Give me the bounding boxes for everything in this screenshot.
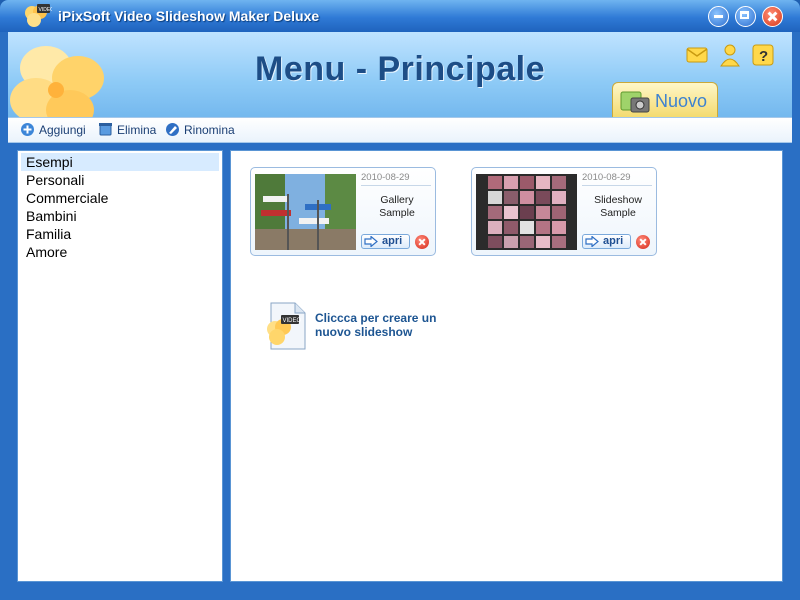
arrow-right-icon [585,236,599,247]
category-item-familia[interactable]: Familia [21,225,219,243]
add-button[interactable]: Aggiungi [20,122,96,138]
create-new-label[interactable]: Cliccca per creare un nuovo slideshow [315,311,436,339]
svg-text:VIDEO: VIDEO [283,318,302,324]
project-name-line2: Sample [379,207,415,219]
project-name-line1: Slideshow [594,194,642,206]
open-label: apri [382,235,403,247]
project-name-line2: Sample [600,207,636,219]
open-label: apri [603,235,624,247]
delete-label: Elimina [117,123,157,137]
app-window: VIDEO iPixSoft Video Slideshow Maker Del… [0,0,800,600]
new-slideshow-icon: VIDEO [267,302,306,350]
create-new-line1: Cliccca per creare un [315,311,437,325]
add-icon [21,123,34,136]
project-date: 2010-08-29 [361,172,431,186]
rename-label: Rinomina [184,123,235,137]
arrow-right-icon [364,236,378,247]
add-label: Aggiungi [39,123,86,137]
new-project-tab[interactable]: Nuovo [612,82,718,117]
svg-text:VIDEO: VIDEO [39,7,53,13]
category-item-amore[interactable]: Amore [21,243,219,261]
header-banner: Menu - Principale ? Nuovo [8,32,792,117]
project-date: 2010-08-29 [582,172,652,186]
project-card[interactable]: 2010-08-29 Gallery Sample apri [250,167,436,256]
delete-project-button[interactable] [415,235,429,249]
category-item-commerciale[interactable]: Commerciale [21,189,219,207]
delete-project-button[interactable] [636,235,650,249]
message-icon[interactable] [684,42,710,68]
svg-text:?: ? [759,48,768,65]
project-name: Slideshow Sample [580,194,656,220]
category-item-personali[interactable]: Personali [21,171,219,189]
help-icon[interactable]: ? [750,42,776,68]
delete-button[interactable]: Elimina [98,122,162,138]
window-title: iPixSoft Video Slideshow Maker Deluxe [58,8,320,24]
title-bar[interactable]: VIDEO iPixSoft Video Slideshow Maker Del… [0,0,800,32]
project-thumbnail[interactable] [255,174,356,250]
open-button[interactable]: apri [361,234,410,249]
category-list: Esempi Personali Commerciale Bambini Fam… [17,150,223,582]
new-project-label: Nuovo [655,91,708,111]
category-item-bambini[interactable]: Bambini [21,207,219,225]
project-name: Gallery Sample [359,194,435,220]
project-card[interactable]: 2010-08-29 Slideshow Sample apri [471,167,657,256]
close-button[interactable] [762,6,783,27]
project-area: 2010-08-29 Gallery Sample apri 2010-08-2… [230,150,783,582]
new-project-icon [620,91,650,113]
minimize-button[interactable] [708,6,729,27]
toolbar: Aggiungi Elimina Rinomina [8,117,792,143]
create-new-slideshow[interactable]: VIDEO Cliccca per creare un nuovo slides… [261,301,481,357]
project-name-line1: Gallery [380,194,414,206]
project-thumbnail[interactable] [476,174,577,250]
maximize-button[interactable] [735,6,756,27]
create-new-line2: nuovo slideshow [315,325,413,339]
app-logo-icon: VIDEO [25,4,53,27]
user-icon[interactable] [717,42,743,68]
rename-icon [166,123,179,136]
category-item-esempi[interactable]: Esempi [21,153,219,171]
open-button[interactable]: apri [582,234,631,249]
rename-button[interactable]: Rinomina [165,122,241,138]
delete-icon [99,123,112,136]
